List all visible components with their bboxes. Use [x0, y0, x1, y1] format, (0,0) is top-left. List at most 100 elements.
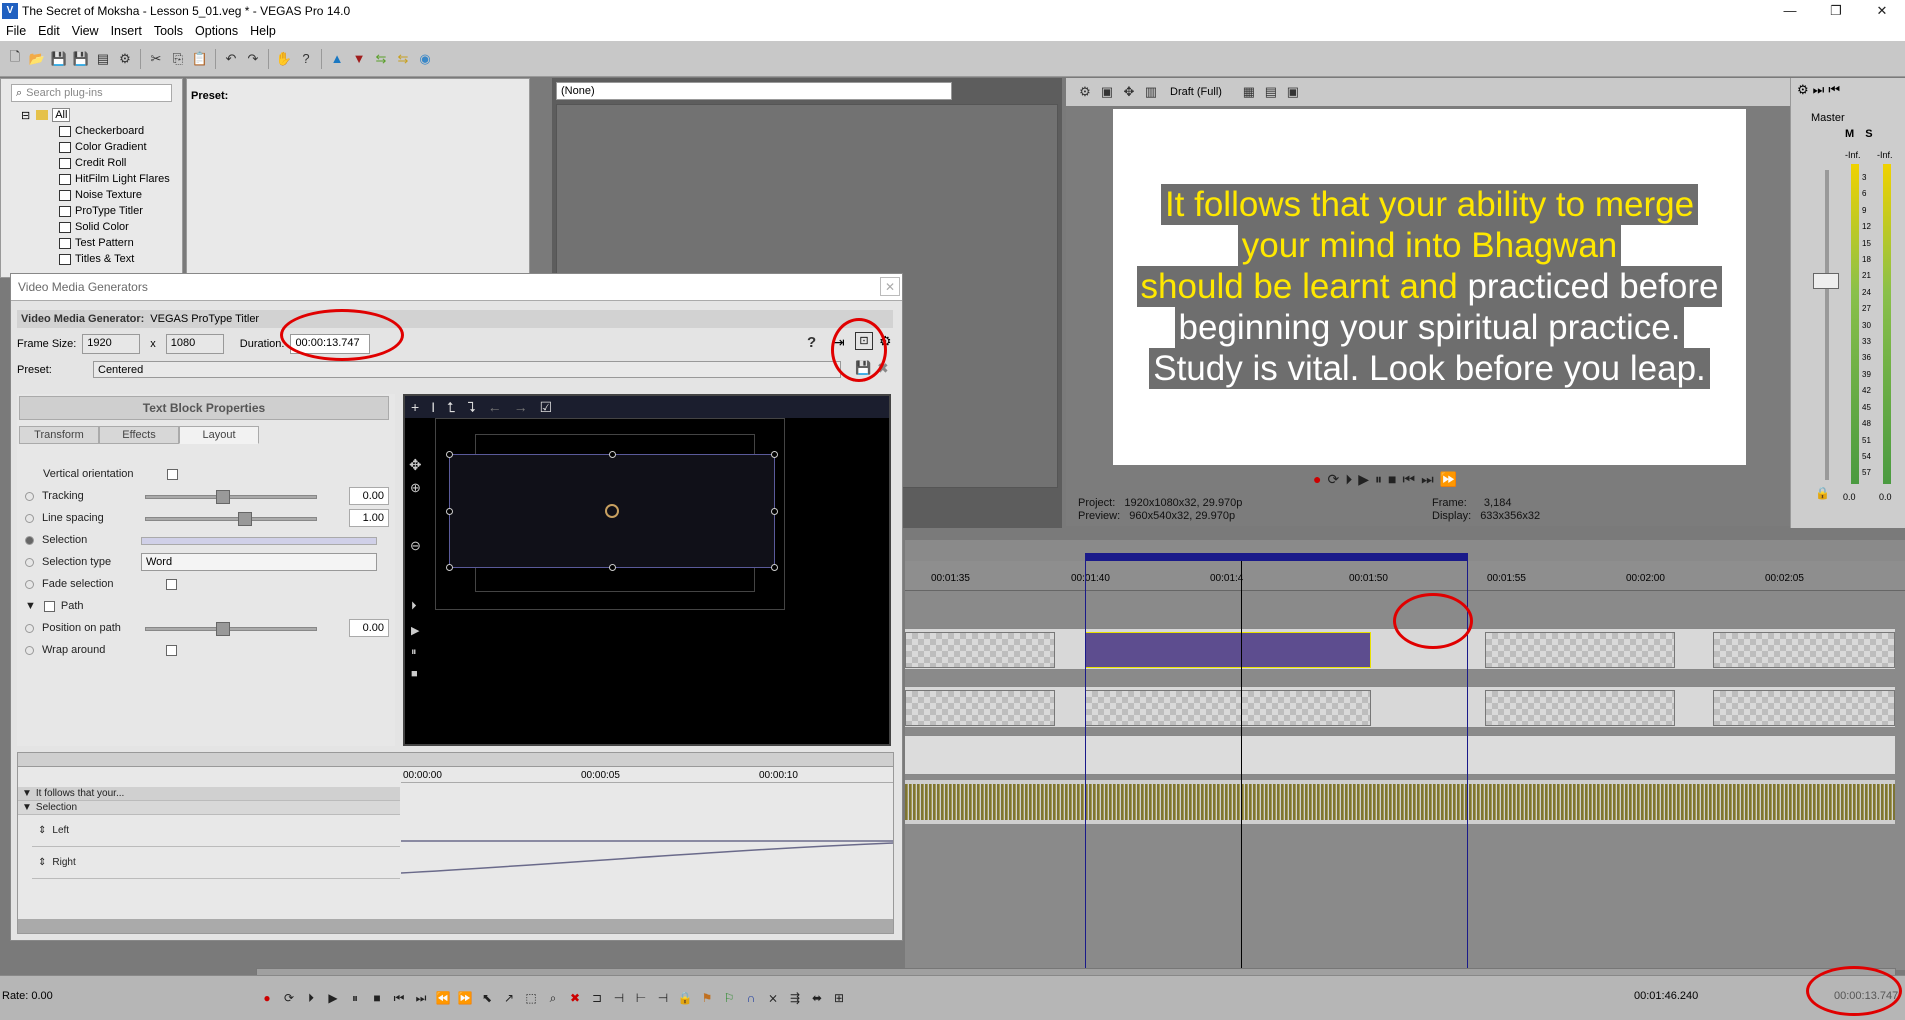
tab-effects[interactable]: Effects	[99, 426, 179, 444]
tab-layout[interactable]: Layout	[179, 426, 259, 444]
menu-tools[interactable]: Tools	[148, 24, 189, 38]
play-from-start-icon[interactable]: ⏵	[411, 600, 417, 613]
kf-row-selection[interactable]: ▼ Selection	[18, 801, 400, 815]
video-clip[interactable]	[1085, 690, 1371, 726]
loop-icon[interactable]: ⟳	[1327, 471, 1339, 488]
tree-item[interactable]: Titles & Text	[21, 251, 182, 267]
resize-handle[interactable]	[771, 451, 778, 458]
play-from-start-icon[interactable]: ⏵	[1345, 471, 1352, 488]
marker-icon[interactable]: ▼	[349, 49, 369, 69]
tree-item[interactable]: Credit Roll	[21, 155, 182, 171]
whats-this-icon[interactable]: ?	[296, 49, 316, 69]
next-frame-icon[interactable]: ⏭	[1421, 471, 1434, 488]
lock-icon[interactable]: 🔒	[676, 989, 694, 1007]
trim-icon[interactable]: ⊐	[588, 989, 606, 1007]
split-icon[interactable]: ⊣	[610, 989, 628, 1007]
selection-tool-icon[interactable]: ⬚	[522, 989, 540, 1007]
anchor-point-icon[interactable]	[605, 504, 619, 518]
next-icon[interactable]: ⏭	[412, 989, 430, 1007]
menu-file[interactable]: File	[0, 24, 32, 38]
loop-region[interactable]	[1085, 553, 1468, 561]
line-spacing-slider[interactable]	[145, 512, 317, 526]
split-screen-icon[interactable]: ▣	[1097, 82, 1117, 102]
mountain-icon[interactable]: ▲	[327, 49, 347, 69]
next-marker-icon[interactable]: ⏩	[1440, 471, 1457, 488]
dialog-close-button[interactable]: ✕	[880, 277, 900, 296]
keyframe-ruler[interactable]: 00:00:00 00:00:05 00:00:10	[401, 769, 893, 783]
fader-handle[interactable]	[1813, 273, 1839, 289]
undo-icon[interactable]: ↶	[221, 49, 241, 69]
kf-row-text[interactable]: ▼ It follows that your...	[18, 787, 400, 801]
frame-height-input[interactable]: 1080	[165, 334, 224, 354]
tree-root[interactable]: ⊟ All	[21, 107, 182, 123]
properties-icon[interactable]: ⚙	[115, 49, 135, 69]
selection-type-select[interactable]: Word	[141, 553, 377, 571]
line-spacing-value[interactable]: 1.00	[349, 509, 389, 527]
tab-transform[interactable]: Transform	[19, 426, 99, 444]
save-as-icon[interactable]: 💾	[71, 49, 91, 69]
menu-options[interactable]: Options	[189, 24, 244, 38]
new-project-icon[interactable]: 🗋	[5, 49, 25, 69]
selection-range-bar[interactable]	[141, 537, 377, 545]
video-clip[interactable]	[1713, 632, 1895, 668]
view-select[interactable]: (None)	[556, 82, 952, 100]
anim-radio[interactable]	[25, 645, 34, 655]
selected-clip[interactable]	[1085, 632, 1371, 668]
tree-item[interactable]: Noise Texture	[21, 187, 182, 203]
edit-tool-icon[interactable]: ✋	[274, 49, 294, 69]
anim-radio[interactable]	[25, 579, 34, 589]
anim-radio[interactable]	[25, 513, 34, 523]
tracking-slider[interactable]	[145, 490, 317, 504]
plugin-search[interactable]: ⌕ Search plug-ins	[11, 84, 172, 102]
titler-canvas[interactable]: + I ⮤ ⮧ ← → ☑ ✥ ⊕ ⊖ ⏵ ▶ ⏸ ■	[403, 394, 891, 746]
tree-item[interactable]: HitFilm Light Flares	[21, 171, 182, 187]
marker-icon[interactable]: ⚑	[698, 989, 716, 1007]
tree-item[interactable]: ProType Titler	[21, 203, 182, 219]
loop-icon[interactable]: ⟳	[280, 989, 298, 1007]
keyframe-scrollbar[interactable]	[18, 919, 893, 933]
checklist-icon[interactable]: ☑	[540, 399, 553, 416]
video-clip[interactable]	[1713, 690, 1895, 726]
play-icon[interactable]: ▶	[411, 624, 419, 637]
overlay-icon[interactable]: ✥	[1119, 82, 1139, 102]
menu-edit[interactable]: Edit	[32, 24, 66, 38]
play-icon[interactable]: ▶	[324, 989, 342, 1007]
pause-icon[interactable]: ⏸	[411, 646, 417, 659]
path-checkbox[interactable]	[43, 600, 55, 612]
restore-button[interactable]: ❐	[1813, 0, 1859, 21]
anim-radio[interactable]	[25, 491, 34, 501]
resize-handle[interactable]	[446, 564, 453, 571]
record-icon[interactable]: ●	[1313, 471, 1321, 488]
solo-button[interactable]: S	[1865, 128, 1872, 140]
cut-icon[interactable]: ✂	[146, 49, 166, 69]
arrows-green-icon[interactable]: ⇆	[371, 49, 391, 69]
arrows-yellow-icon[interactable]: ⇆	[393, 49, 413, 69]
copy-snapshot-icon[interactable]: ▥	[1141, 82, 1161, 102]
envelope-tool-icon[interactable]: ↗	[500, 989, 518, 1007]
video-clip[interactable]	[905, 690, 1055, 726]
arrow-left-icon[interactable]: ←	[488, 399, 502, 415]
position-on-path-value[interactable]: 0.00	[349, 619, 389, 637]
lock-icon[interactable]: 🔒	[1815, 486, 1830, 500]
wrap-around-checkbox[interactable]	[166, 644, 177, 656]
save-icon[interactable]: 💾	[49, 49, 69, 69]
anim-radio[interactable]	[25, 623, 34, 633]
delete-icon[interactable]: ✖	[566, 989, 584, 1007]
tree-item[interactable]: Solid Color	[21, 219, 182, 235]
anim-radio[interactable]	[25, 557, 34, 567]
open-icon[interactable]: 📂	[27, 49, 47, 69]
resize-handle[interactable]	[771, 508, 778, 515]
preset-select[interactable]: Centered	[93, 361, 841, 378]
resize-handle[interactable]	[771, 564, 778, 571]
ripple-icon[interactable]: ⇶	[786, 989, 804, 1007]
fade-selection-checkbox[interactable]	[166, 578, 177, 590]
tree-item[interactable]: Checkerboard	[21, 123, 182, 139]
prev-icon[interactable]: ⏮	[390, 989, 408, 1007]
stop-icon[interactable]: ■	[368, 989, 386, 1007]
mute-button[interactable]: M	[1845, 128, 1854, 140]
auto-crossfade-icon[interactable]: ⨯	[764, 989, 782, 1007]
menu-insert[interactable]: Insert	[105, 24, 148, 38]
audio-waveform[interactable]	[905, 784, 1895, 820]
video-clip[interactable]	[1485, 632, 1675, 668]
resize-handle[interactable]	[446, 451, 453, 458]
